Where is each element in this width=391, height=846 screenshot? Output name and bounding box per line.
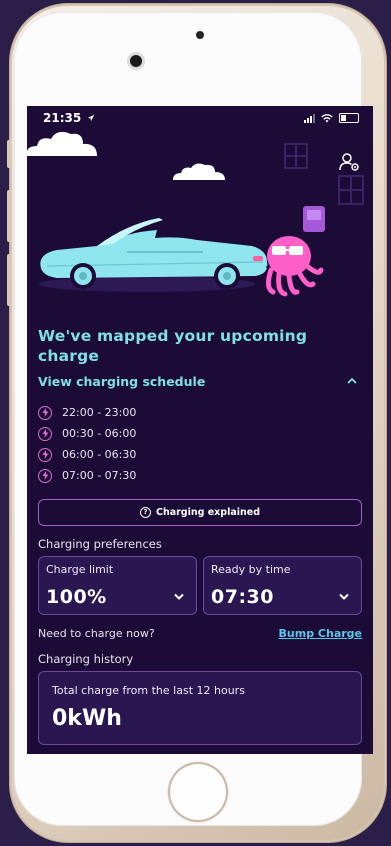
bump-charge-link[interactable]: Bump Charge bbox=[279, 627, 362, 640]
mute-switch bbox=[7, 140, 12, 168]
front-camera bbox=[130, 55, 142, 67]
slot-time: 07:00 - 07:30 bbox=[62, 469, 137, 482]
ready-by-time-label: Ready by time bbox=[211, 563, 291, 576]
chevron-down-icon bbox=[339, 593, 349, 600]
signal-icon bbox=[304, 113, 315, 123]
home-button[interactable] bbox=[168, 762, 228, 822]
volume-up-button bbox=[7, 190, 12, 242]
bolt-icon bbox=[38, 447, 52, 462]
charging-explained-button[interactable]: ? Charging explained bbox=[38, 499, 362, 526]
slot-time: 00:30 - 06:00 bbox=[62, 427, 137, 440]
status-time: 21:35 bbox=[43, 111, 95, 125]
charging-preferences-heading: Charging preferences bbox=[38, 537, 162, 551]
list-item: 06:00 - 06:30 bbox=[38, 444, 136, 465]
volume-down-button bbox=[7, 254, 12, 306]
charging-explained-label: Charging explained bbox=[155, 507, 261, 518]
chevron-up-icon[interactable] bbox=[345, 374, 359, 388]
view-charging-schedule-link[interactable]: View charging schedule bbox=[38, 374, 205, 389]
history-card-label: Total charge from the last 12 hours bbox=[52, 684, 245, 697]
status-time-text: 21:35 bbox=[43, 111, 82, 125]
bolt-icon bbox=[38, 468, 52, 483]
charge-limit-label: Charge limit bbox=[46, 563, 114, 576]
app-screen: 21:35 We've mapped your upcoming charge … bbox=[27, 106, 373, 754]
slot-time: 22:00 - 23:00 bbox=[62, 406, 137, 419]
battery-icon bbox=[339, 113, 359, 123]
charge-now-prompt: Need to charge now? bbox=[38, 627, 155, 640]
charge-limit-value: 100% bbox=[46, 586, 107, 608]
bolt-icon bbox=[38, 405, 52, 420]
charging-slot-list: 22:00 - 23:00 00:30 - 06:00 06:00 - 06:3… bbox=[38, 402, 136, 486]
cloud-left-icon bbox=[27, 131, 97, 156]
earpiece bbox=[196, 31, 204, 39]
list-item: 22:00 - 23:00 bbox=[38, 402, 136, 423]
ready-by-time-dropdown[interactable]: Ready by time 07:30 bbox=[203, 556, 362, 615]
bolt-icon bbox=[38, 426, 52, 441]
charging-history-card: Total charge from the last 12 hours 0kWh bbox=[38, 671, 362, 745]
charge-limit-dropdown[interactable]: Charge limit 100% bbox=[38, 556, 197, 615]
page-headline: We've mapped your upcoming charge bbox=[38, 327, 308, 365]
charging-history-heading: Charging history bbox=[38, 652, 134, 666]
ready-by-time-value: 07:30 bbox=[211, 586, 274, 608]
cloud-center-icon bbox=[173, 163, 225, 180]
list-item: 00:30 - 06:00 bbox=[38, 423, 136, 444]
slot-time: 06:00 - 06:30 bbox=[62, 448, 137, 461]
status-icons bbox=[304, 113, 359, 123]
history-card-value: 0kWh bbox=[52, 706, 122, 731]
location-arrow-icon bbox=[88, 114, 95, 122]
info-icon: ? bbox=[139, 507, 151, 518]
chevron-down-icon bbox=[174, 593, 184, 600]
list-item: 07:00 - 07:30 bbox=[38, 465, 136, 486]
car-charging-illustration bbox=[39, 206, 325, 297]
wifi-icon bbox=[321, 113, 333, 122]
